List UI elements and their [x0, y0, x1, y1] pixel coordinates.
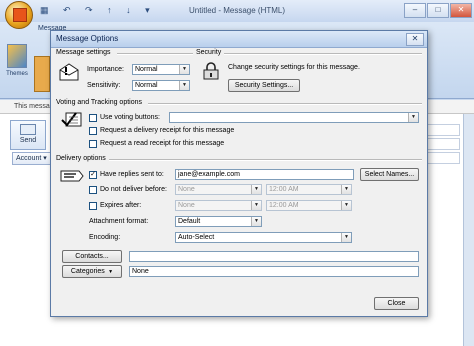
window-controls: – □ ✕	[404, 3, 472, 18]
attachment-format-value: Default	[178, 218, 201, 225]
not-before-time-select[interactable]: 12:00 AM ▼	[266, 184, 352, 195]
categories-button[interactable]: Categories ▼	[62, 265, 122, 278]
replies-input[interactable]: jane@example.com	[175, 169, 354, 180]
send-icon	[20, 124, 36, 135]
message-settings-icon	[59, 63, 79, 81]
divider	[224, 53, 422, 55]
not-before-checkbox[interactable]	[89, 186, 97, 194]
close-button[interactable]: Close	[374, 297, 419, 310]
importance-value: Normal	[135, 66, 158, 73]
window-close-button[interactable]: ✕	[450, 3, 472, 18]
encoding-value: Auto-Select	[178, 234, 215, 241]
voting-tracking-header: Voting and Tracking options	[56, 99, 143, 106]
themes-icon	[7, 44, 27, 68]
encoding-select[interactable]: Auto-Select ▼	[175, 232, 352, 243]
send-button[interactable]: Send	[10, 120, 46, 150]
expires-label: Expires after:	[100, 202, 142, 209]
send-label: Send	[19, 137, 37, 144]
read-receipt-checkbox[interactable]	[89, 140, 97, 148]
account-button[interactable]: Account ▾	[12, 152, 55, 165]
expires-time-select[interactable]: 12:00 AM ▼	[266, 200, 352, 211]
expires-time-value: 12:00 AM	[269, 202, 299, 209]
security-text: Change security settings for this messag…	[228, 64, 360, 71]
delivery-receipt-label: Request a delivery receipt for this mess…	[100, 127, 235, 134]
maximize-button[interactable]: □	[427, 3, 449, 18]
replies-label: Have replies sent to:	[100, 171, 164, 178]
delivery-icon	[60, 170, 84, 182]
dialog-titlebar: Message Options ✕	[51, 31, 427, 48]
delivery-options-header: Delivery options	[56, 155, 106, 162]
expires-checkbox[interactable]	[89, 202, 97, 210]
outlook-window-title: Untitled - Message (HTML)	[188, 6, 286, 15]
chevron-down-icon: ▼	[341, 233, 351, 242]
divider	[109, 159, 422, 161]
contacts-button[interactable]: Contacts...	[62, 250, 122, 263]
chevron-down-icon: ▼	[179, 81, 189, 90]
chevron-down-icon: ▼	[341, 185, 351, 194]
importance-select[interactable]: Normal ▼	[132, 64, 190, 75]
contacts-input[interactable]	[129, 251, 419, 262]
delivery-receipt-checkbox[interactable]	[89, 127, 97, 135]
select-names-button[interactable]: Select Names...	[360, 168, 419, 181]
sensitivity-value: Normal	[135, 82, 158, 89]
read-receipt-label: Request a read receipt for this message	[100, 140, 225, 147]
divider	[117, 53, 193, 55]
use-voting-checkbox[interactable]	[89, 114, 97, 122]
categories-label: Categories	[70, 268, 105, 275]
compose-scrollbar[interactable]	[463, 114, 474, 346]
attachment-format-select[interactable]: Default ▼	[175, 216, 262, 227]
message-options-dialog: Message Options ✕ Message settings Impor…	[50, 30, 428, 317]
expires-date-value: None	[178, 202, 195, 209]
office-logo-icon	[13, 8, 27, 22]
message-settings-header: Message settings	[56, 49, 111, 56]
chevron-down-icon: ▼	[251, 201, 261, 210]
voting-icon	[61, 112, 82, 127]
minimize-button[interactable]: –	[404, 3, 426, 18]
dialog-title: Message Options	[56, 34, 119, 43]
not-before-time-value: 12:00 AM	[269, 186, 299, 193]
not-before-date-select[interactable]: None ▼	[175, 184, 262, 195]
outlook-titlebar: ▦ ↶ ↷ ↑ ↓ ▾ Untitled - Message (HTML) – …	[0, 0, 474, 23]
expires-date-select[interactable]: None ▼	[175, 200, 262, 211]
lock-icon	[203, 62, 219, 80]
not-before-label: Do not deliver before:	[100, 186, 167, 193]
attachment-format-label: Attachment format:	[89, 218, 149, 225]
security-header: Security	[196, 49, 222, 56]
chevron-down-icon: ▼	[106, 269, 114, 275]
sensitivity-label: Sensitivity:	[87, 82, 121, 89]
themes-label: Themes	[6, 71, 28, 77]
dialog-close-icon[interactable]: ✕	[406, 33, 424, 46]
themes-button[interactable]: Themes	[4, 40, 30, 92]
not-before-date-value: None	[178, 186, 195, 193]
use-voting-label: Use voting buttons:	[100, 114, 160, 121]
divider	[148, 103, 422, 105]
chevron-down-icon: ▼	[251, 185, 261, 194]
replies-checkbox[interactable]: ✓	[89, 171, 97, 179]
voting-buttons-select[interactable]: ▼	[169, 112, 419, 123]
importance-label: Importance:	[87, 66, 124, 73]
chevron-down-icon: ▼	[251, 217, 261, 226]
encoding-label: Encoding:	[89, 234, 121, 241]
categories-input[interactable]: None	[129, 266, 419, 277]
page-color-button[interactable]	[34, 56, 50, 92]
sensitivity-select[interactable]: Normal ▼	[132, 80, 190, 91]
security-settings-button[interactable]: Security Settings...	[228, 79, 300, 92]
chevron-down-icon: ▼	[408, 113, 418, 122]
office-button[interactable]	[5, 1, 33, 29]
chevron-down-icon: ▼	[179, 65, 189, 74]
chevron-down-icon: ▼	[341, 201, 351, 210]
